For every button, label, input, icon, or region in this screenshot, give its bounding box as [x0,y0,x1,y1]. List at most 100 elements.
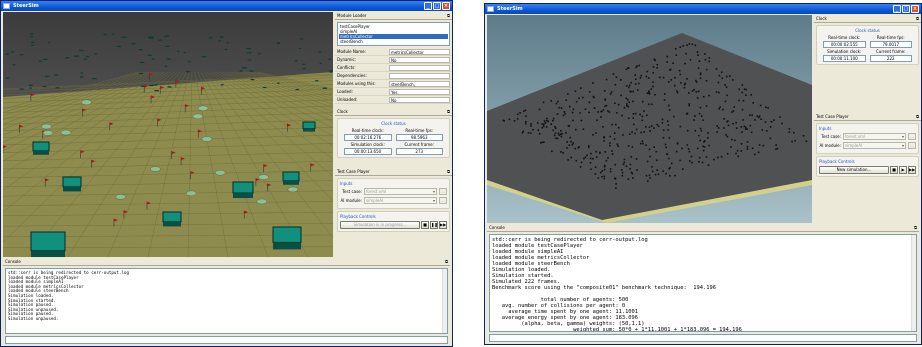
simulation-clock-label: Simulation clock: [827,49,862,54]
console-input[interactable] [489,334,917,342]
minimize-button[interactable]: _ [424,2,432,10]
dock-panel: Module Loader ⧉ testCasePlayer simpleAI me… [335,12,452,257]
real-time-fps-label: Real-time fps: [405,128,434,133]
playback-controls-title: Playback Controls [340,214,376,219]
browse-test-case-button[interactable]: ... [908,133,916,140]
browse-ai-module-button[interactable]: ... [908,142,916,149]
stop-button[interactable]: ■ [421,221,429,229]
module-property-value: No [389,96,450,103]
ai-module-select[interactable]: simpleAI [364,197,437,204]
window-title: SteerSim [497,6,523,12]
inputs-title: Inputs [819,126,832,131]
module-property-value: Yes [389,88,450,95]
playback-controls-group: Playback Controls Simulation is in progr… [337,211,450,232]
float-dock-icon[interactable]: ⧉ [447,108,450,116]
pause-button[interactable]: ❚❚ [430,221,438,229]
test-case-label: Test case: [342,189,362,194]
module-property-row: Modules using this: steerBench, [335,80,452,88]
inputs-group: Inputs Test case: forest.xml ... AI modu… [816,123,919,154]
minimize-button[interactable]: _ [893,5,901,13]
simulation-clock-value: 00:00:13.650 [344,148,392,155]
inputs-title: Inputs [340,181,353,186]
module-property-label: Modules using this: [337,81,376,86]
module-properties: Module Name: metricsCollector Dynamic: No Co… [335,48,452,104]
clock-header: Clock ⧉ [335,108,452,116]
module-property-row: Dynamic: No [335,56,452,64]
close-button[interactable]: × [911,5,919,13]
test-case-select[interactable]: forest.xml [843,133,906,140]
float-dock-icon[interactable]: ⧉ [916,15,919,23]
console-panel: Console ⧉ std::cerr is being redirected … [3,258,450,346]
inputs-group: Inputs Test case: forest.xml ... AI modu… [337,178,450,209]
real-time-fps-label: Real-time fps: [876,35,905,40]
console-scrollbar[interactable] [442,269,447,333]
3d-viewport[interactable] [3,12,333,257]
maximize-button[interactable]: □ [902,5,910,13]
module-property-row: Conflicts: [335,64,452,72]
current-frame-label: Current frame: [404,142,434,147]
new-simulation-button[interactable]: New simulation... [819,166,889,174]
title-bar[interactable]: SteerSim _ □ × [485,4,921,14]
float-dock-icon[interactable]: ⧉ [914,224,917,232]
module-property-row: Loaded: Yes [335,88,452,96]
maximize-button[interactable]: □ [433,2,441,10]
fast-forward-button[interactable]: ▶▶ [439,221,447,229]
clock-status-title: Clock status [855,28,880,33]
current-frame-label: Current frame: [875,49,906,54]
module-property-value [389,64,450,71]
module-property-label: Dynamic: [337,57,356,62]
stop-button[interactable]: ■ [890,166,898,174]
module-property-row: Unloaded: No [335,96,452,104]
test-case-player-header: Test Case Player ⧉ [814,113,921,121]
test-case-label: Test case: [821,134,841,139]
module-property-label: Dependencies: [337,73,367,78]
module-property-value [389,72,450,79]
console-header: Console ⧉ [3,258,450,266]
3d-viewport[interactable] [487,15,812,223]
title-bar[interactable]: SteerSim _ □ × [1,1,452,11]
module-property-value: No [389,56,450,63]
play-button[interactable]: ▶ [899,166,907,174]
real-time-fps-value: 98.5963 [395,134,443,141]
clock-status-group: Clock status Real-time clock: Real-time … [337,118,450,158]
float-dock-icon[interactable]: ⧉ [916,113,919,121]
window-title: SteerSim [13,3,39,9]
clock-header: Clock ⧉ [814,15,921,23]
real-time-clock-value: 00:00:02.555 [823,41,866,48]
forest-scene [3,12,333,257]
browse-ai-module-button[interactable]: ... [439,197,447,204]
ai-module-select[interactable]: simpleAI [843,142,906,149]
dock-panel: Clock ⧉ Clock status Real-time clock: Re… [814,15,921,223]
playback-controls-group: Playback Controls New simulation... ■ ▶ … [816,156,919,177]
console-line: weighted sum: 50*0 + 1*11.1001 + 1*183.0… [492,327,742,332]
console-output[interactable]: std::cerr is being redirected to cerr-ou… [489,234,917,332]
module-list[interactable]: testCasePlayer simpleAI metricsCollector st… [337,22,450,46]
real-time-clock-label: Real-time clock: [828,35,861,40]
console-scrollbar[interactable] [911,235,916,331]
module-property-label: Loaded: [337,89,353,94]
clock-status-title: Clock status [381,121,406,126]
browse-test-case-button[interactable]: ... [439,188,447,195]
module-property-value: steerBench, [389,80,450,87]
float-dock-icon[interactable]: ⧉ [447,168,450,176]
clock-status-group: Clock status Real-time clock: Real-time … [816,25,919,65]
module-property-row: Module Name: metricsCollector [335,48,452,56]
steersim-window-right: SteerSim _ □ × Clock ⧉ Clock status Real… [484,3,922,345]
crowd-scene [487,15,812,223]
float-dock-icon[interactable]: ⧉ [445,258,448,266]
module-property-label: Unloaded: [337,97,358,102]
console-input[interactable] [5,336,448,344]
module-property-value: metricsCollector [389,48,450,55]
real-time-clock-label: Real-time clock: [351,128,384,133]
module-list-item[interactable]: steerBench [339,39,448,44]
ai-module-label: AI module: [819,143,841,148]
module-loader-header: Module Loader ⧉ [335,12,452,20]
simulation-status-button[interactable]: Simulation is in progress... [340,221,420,229]
float-dock-icon[interactable]: ⧉ [447,12,450,20]
test-case-select[interactable]: forest.xml [364,188,437,195]
test-case-player-header: Test Case Player ⧉ [335,168,452,176]
steersim-window-left: SteerSim _ □ × Module Loader ⧉ testCaseP… [0,0,453,347]
console-output[interactable]: std::cerr is being redirected to cerr-ou… [5,268,448,334]
close-button[interactable]: × [442,2,450,10]
fast-forward-button[interactable]: ▶▶ [908,166,916,174]
